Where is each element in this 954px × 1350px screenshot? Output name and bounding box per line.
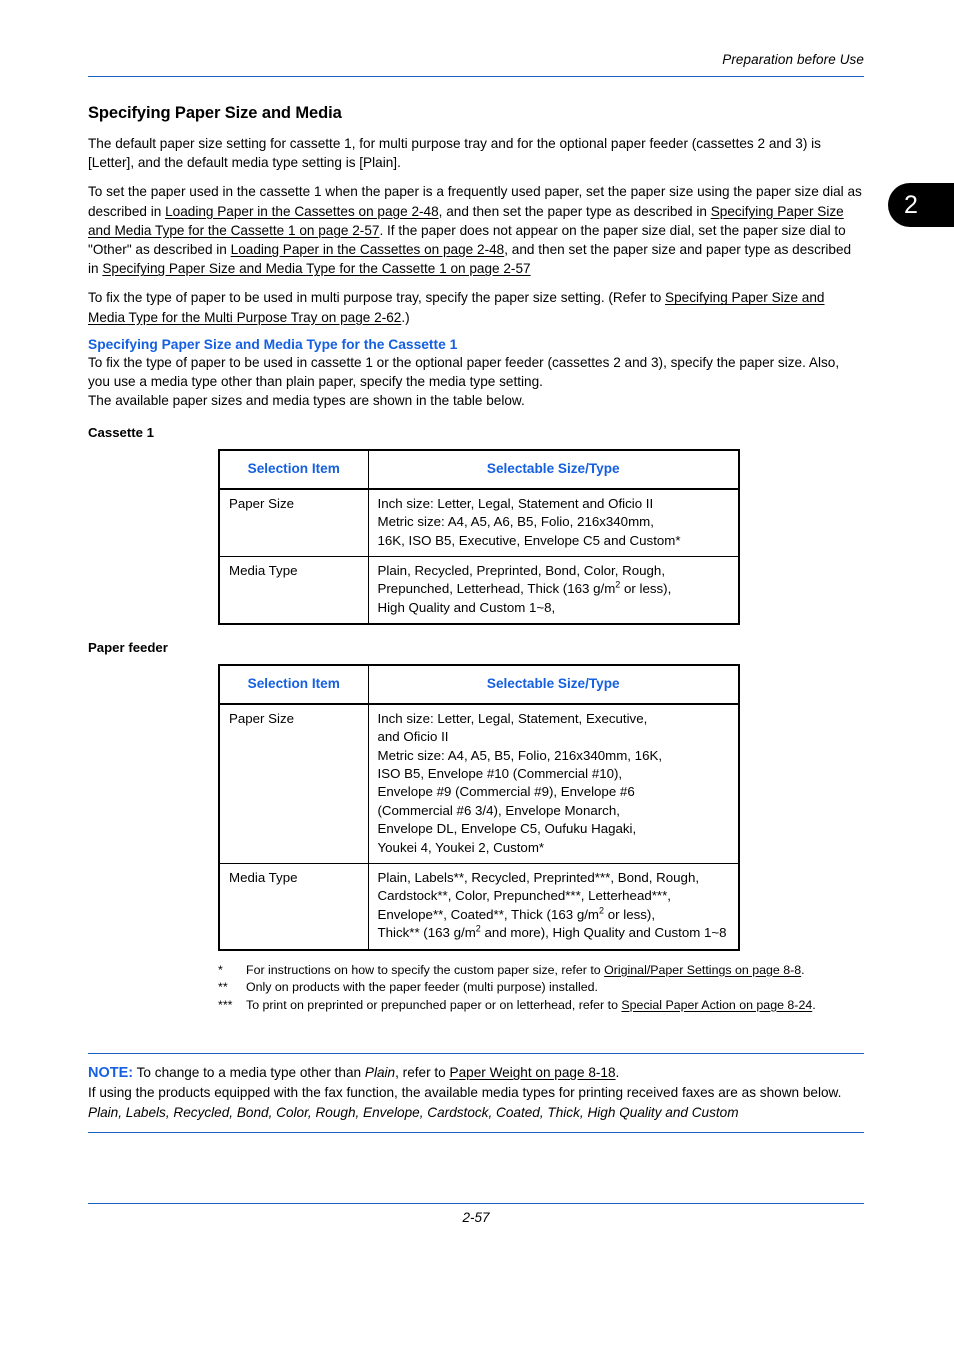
- table-header-row: Selection Item Selectable Size/Type: [218, 664, 740, 705]
- xref-loading-paper-2-48-a[interactable]: Loading Paper in the Cassettes on page 2…: [165, 204, 439, 219]
- footnote-item: *** To print on preprinted or prepunched…: [218, 997, 868, 1015]
- subsection-paragraph-2: The available paper sizes and media type…: [88, 393, 525, 409]
- header-rule: [88, 76, 864, 77]
- value-line: Metric size: A4, A5, B5, Folio, 216x340m…: [377, 747, 663, 763]
- value-line: Envelope #9 (Commercial #9), Envelope #6: [377, 784, 635, 800]
- cell-selection-item: Media Type: [218, 556, 369, 625]
- value-line: Plain, Labels**, Recycled, Preprinted***…: [377, 869, 700, 885]
- footnote-item: ** Only on products with the paper feede…: [218, 979, 868, 997]
- chapter-tab: 2: [888, 183, 954, 227]
- footer-rule: [88, 1203, 864, 1204]
- subsection-title: Specifying Paper Size and Media Type for…: [88, 336, 458, 352]
- value-line: Youkei 4, Youkei 2, Custom*: [377, 839, 545, 855]
- value-line: Metric size: A4, A5, A6, B5, Folio, 216x…: [377, 514, 654, 530]
- cassette-instructions-paragraph: To set the paper used in the cassette 1 …: [88, 182, 864, 278]
- para3-text-a: To fix the type of paper to be used in m…: [88, 290, 666, 306]
- table-cassette1: Selection Item Selectable Size/Type Pape…: [218, 449, 740, 626]
- document-page: Preparation before Use 2 Specifying Pape…: [0, 0, 954, 1350]
- value-line: (Commercial #6 3/4), Envelope Monarch,: [377, 802, 620, 818]
- xref-original-paper-settings-8-8[interactable]: Original/Paper Settings on page 8-8: [604, 963, 801, 977]
- subsection-paragraph-1: To fix the type of paper to be used in c…: [88, 354, 840, 390]
- table-paper-feeder: Selection Item Selectable Size/Type Pape…: [218, 664, 740, 951]
- footnote-mark: **: [218, 980, 228, 995]
- note-text-c: .: [615, 1065, 620, 1080]
- value-line: and Oficio II: [377, 729, 449, 745]
- para2-text-b: , and then set the paper type as describ…: [438, 203, 711, 219]
- value-line: ISO B5, Envelope #10 (Commercial #10),: [377, 765, 623, 781]
- note-text-b: , refer to: [395, 1065, 450, 1080]
- value-line: Envelope DL, Envelope C5, Oufuku Hagaki,: [377, 821, 637, 837]
- note-label: NOTE:: [88, 1065, 134, 1081]
- table-header-row: Selection Item Selectable Size/Type: [218, 449, 740, 490]
- cell-selectable-value: Inch size: Letter, Legal, Statement, Exe…: [367, 703, 740, 864]
- xref-loading-paper-2-48-b[interactable]: Loading Paper in the Cassettes on page 2…: [231, 242, 505, 257]
- note-line-3-media-list: Plain, Labels, Recycled, Bond, Color, Ro…: [88, 1104, 739, 1120]
- footnote-text-b: .: [801, 962, 805, 977]
- xref-specifying-cassette1-2-57-b[interactable]: Specifying Paper Size and Media Type for…: [102, 261, 530, 276]
- cell-selection-item: Media Type: [218, 862, 369, 951]
- column-header-selectable-size-type: Selectable Size/Type: [367, 449, 740, 490]
- value-line: Cardstock**, Color, Prepunched***, Lette…: [377, 888, 671, 904]
- cell-selection-item: Paper Size: [218, 703, 369, 864]
- footnote-mark: ***: [218, 997, 233, 1012]
- note-line-1: NOTE: To change to a media type other th…: [88, 1063, 864, 1083]
- page-content: Specifying Paper Size and Media The defa…: [88, 104, 864, 1014]
- note-line-2: If using the products equipped with the …: [88, 1085, 842, 1101]
- note-emphasis-plain: Plain: [364, 1065, 396, 1080]
- footnote-text: For instructions on how to specify the c…: [246, 962, 868, 980]
- table-row: Paper Size Inch size: Letter, Legal, Sta…: [218, 703, 740, 864]
- value-line: High Quality and Custom 1~8,: [377, 599, 556, 615]
- footnote-text-a: For instructions on how to specify the c…: [246, 962, 605, 977]
- cell-selectable-value: Plain, Recycled, Preprinted, Bond, Color…: [367, 556, 740, 625]
- table-caption-paper-feeder: Paper feeder: [88, 640, 168, 656]
- table-caption-cassette1: Cassette 1: [88, 425, 154, 441]
- footnote-text-b: .: [812, 997, 816, 1012]
- note-box: NOTE: To change to a media type other th…: [88, 1053, 864, 1134]
- cell-selection-item: Paper Size: [218, 488, 369, 558]
- table-row: Media Type Plain, Recycled, Preprinted, …: [218, 556, 740, 625]
- note-text-a: To change to a media type other than: [133, 1065, 365, 1080]
- chapter-tab-number: 2: [904, 190, 918, 219]
- mp-tray-paragraph: To fix the type of paper to be used in m…: [88, 288, 864, 326]
- column-header-selection-item: Selection Item: [218, 449, 369, 490]
- footnote-text: To print on preprinted or prepunched pap…: [246, 997, 868, 1015]
- column-header-selection-item: Selection Item: [218, 664, 369, 705]
- value-line: Prepunched, Letterhead, Thick (163 g/m2 …: [377, 580, 672, 597]
- intro-paragraph: The default paper size setting for casse…: [88, 136, 821, 171]
- running-header: Preparation before Use: [722, 52, 864, 67]
- footnote-text: Only on products with the paper feeder (…: [246, 980, 598, 995]
- xref-special-paper-action-8-24[interactable]: Special Paper Action on page 8-24: [621, 998, 812, 1012]
- xref-paper-weight-8-18[interactable]: Paper Weight on page 8-18: [450, 1065, 616, 1080]
- value-line: Thick** (163 g/m2 and more), High Qualit…: [377, 923, 727, 941]
- footnote-text-a: To print on preprinted or prepunched pap…: [246, 997, 622, 1012]
- value-line: Inch size: Letter, Legal, Statement and …: [377, 495, 654, 511]
- page-number: 2-57: [462, 1210, 490, 1225]
- table-row: Media Type Plain, Labels**, Recycled, Pr…: [218, 862, 740, 951]
- value-line: Inch size: Letter, Legal, Statement, Exe…: [377, 710, 648, 726]
- value-line: 16K, ISO B5, Executive, Envelope C5 and …: [377, 532, 681, 548]
- footnotes: * For instructions on how to specify the…: [218, 962, 868, 1015]
- para3-text-b: .): [401, 309, 410, 325]
- footnote-item: * For instructions on how to specify the…: [218, 962, 868, 980]
- cell-selectable-value: Inch size: Letter, Legal, Statement and …: [367, 488, 740, 558]
- footnote-mark: *: [218, 962, 223, 977]
- value-line: Plain, Recycled, Preprinted, Bond, Color…: [377, 563, 666, 579]
- value-line: Envelope**, Coated**, Thick (163 g/m2 or…: [377, 905, 656, 922]
- column-header-selectable-size-type: Selectable Size/Type: [367, 664, 740, 705]
- table-row: Paper Size Inch size: Letter, Legal, Sta…: [218, 488, 740, 558]
- page-title: Specifying Paper Size and Media: [88, 104, 342, 122]
- cell-selectable-value: Plain, Labels**, Recycled, Preprinted***…: [367, 862, 740, 951]
